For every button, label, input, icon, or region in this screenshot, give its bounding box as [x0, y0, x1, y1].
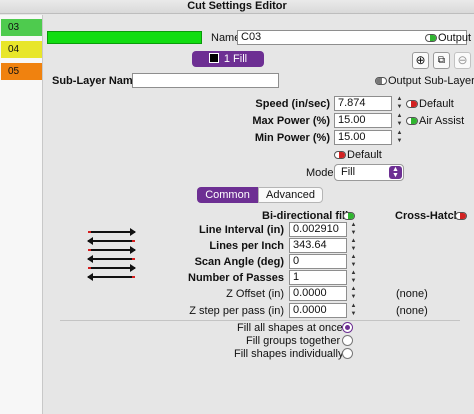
add-sublayer-icon[interactable]: ⊕	[412, 52, 429, 69]
min-power-field[interactable]: 15.00	[334, 130, 392, 145]
bidirectional-fill-label: Bi-directional fill	[262, 210, 349, 222]
crosshatch-label: Cross-Hatch	[395, 210, 461, 222]
output-label: Output	[438, 32, 472, 44]
passes-field[interactable]: 1	[289, 270, 347, 285]
z-offset-none: (none)	[396, 288, 428, 300]
speed-field[interactable]: 7.874	[334, 96, 392, 111]
lines-per-inch-field[interactable]: 343.64	[289, 238, 347, 253]
window-title: Cut Settings Editor	[0, 0, 474, 14]
layer-item-03[interactable]: 03	[1, 19, 42, 36]
air-assist-toggle[interactable]	[406, 117, 418, 125]
scan-line-arrow	[88, 264, 136, 272]
min-power-label: Min Power (%)	[254, 132, 330, 144]
tab-common[interactable]: Common	[197, 187, 258, 203]
layer-color-swatch[interactable]	[47, 31, 202, 44]
fill-groups-together-label: Fill groups together	[246, 335, 341, 347]
output-sublayer-toggle[interactable]	[375, 77, 387, 85]
settings-panel: Name C03 Output 1 Fill ⊕ ⧉ ⊖ Sub-Layer N…	[44, 15, 474, 414]
copy-sublayer-icon[interactable]: ⧉	[433, 52, 450, 69]
output-toggle[interactable]	[425, 34, 437, 42]
crosshatch-toggle[interactable]	[455, 212, 467, 220]
speed-stepper[interactable]: ▲ ▼	[395, 96, 404, 111]
power-default-label: Default	[347, 149, 382, 161]
fill-groups-together-radio[interactable]	[342, 335, 353, 346]
sublayer-name-label: Sub-Layer Name	[52, 75, 139, 87]
speed-default-toggle[interactable]	[406, 100, 418, 108]
layer-item-05[interactable]: 05	[1, 63, 42, 80]
fill-individually-label: Fill shapes individually	[234, 348, 344, 360]
scan-angle-label: Scan Angle (deg)	[194, 256, 284, 268]
min-power-stepper[interactable]: ▲ ▼	[395, 130, 404, 145]
remove-sublayer-icon[interactable]: ⊖	[454, 52, 471, 69]
scan-line-arrow	[87, 273, 135, 281]
scan-angle-field[interactable]: 0	[289, 254, 347, 269]
scan-line-arrow	[88, 246, 136, 254]
max-power-field[interactable]: 15.00	[334, 113, 392, 128]
line-interval-field[interactable]: 0.002910	[289, 222, 347, 237]
scan-line-arrow	[87, 237, 135, 245]
name-label: Name	[211, 32, 241, 44]
speed-default-label: Default	[419, 98, 454, 110]
max-power-label: Max Power (%)	[252, 115, 330, 127]
z-offset-field[interactable]: 0.0000	[289, 286, 347, 301]
fill-individually-radio[interactable]	[342, 348, 353, 359]
layer-list: 03 04 05	[0, 15, 43, 414]
output-sublayer-label: Output Sub-Layer	[388, 75, 474, 87]
scan-angle-stepper[interactable]: ▲ ▼	[349, 254, 358, 269]
sublayer-name-field[interactable]	[132, 73, 279, 88]
z-step-label: Z step per pass (in)	[189, 305, 284, 317]
scan-line-arrow	[87, 255, 135, 263]
z-step-none: (none)	[396, 305, 428, 317]
passes-stepper[interactable]: ▲ ▼	[349, 270, 358, 285]
sublayer-button-label: 1 Fill	[223, 53, 248, 65]
speed-label: Speed (in/sec)	[255, 98, 330, 110]
power-default-toggle[interactable]	[334, 151, 346, 159]
mode-select[interactable]: Fill ▲ ▼	[334, 164, 404, 181]
fill-all-at-once-radio[interactable]	[342, 322, 353, 333]
layer-item-04[interactable]: 04	[1, 41, 42, 58]
bidirectional-fill-toggle[interactable]	[343, 212, 355, 220]
z-offset-stepper[interactable]: ▲ ▼	[349, 286, 358, 301]
mode-label: Mode	[306, 167, 334, 179]
tab-advanced[interactable]: Advanced	[258, 187, 323, 203]
line-interval-stepper[interactable]: ▲ ▼	[349, 222, 358, 237]
max-power-stepper[interactable]: ▲ ▼	[395, 113, 404, 128]
fill-color-icon	[208, 53, 219, 63]
mode-select-value: Fill	[341, 166, 356, 178]
z-step-stepper[interactable]: ▲ ▼	[349, 303, 358, 318]
fill-all-at-once-label: Fill all shapes at once	[237, 322, 343, 334]
lines-per-inch-stepper[interactable]: ▲ ▼	[349, 238, 358, 253]
lines-per-inch-label: Lines per Inch	[209, 240, 284, 252]
chevron-updown-icon: ▲ ▼	[389, 166, 402, 179]
z-step-field[interactable]: 0.0000	[289, 303, 347, 318]
air-assist-label: Air Assist	[419, 115, 465, 127]
line-interval-label: Line Interval (in)	[199, 224, 284, 236]
z-offset-label: Z Offset (in)	[226, 288, 284, 300]
passes-label: Number of Passes	[188, 272, 284, 284]
scan-line-arrow	[88, 228, 136, 236]
sublayer-button-fill[interactable]: 1 Fill	[192, 51, 264, 67]
